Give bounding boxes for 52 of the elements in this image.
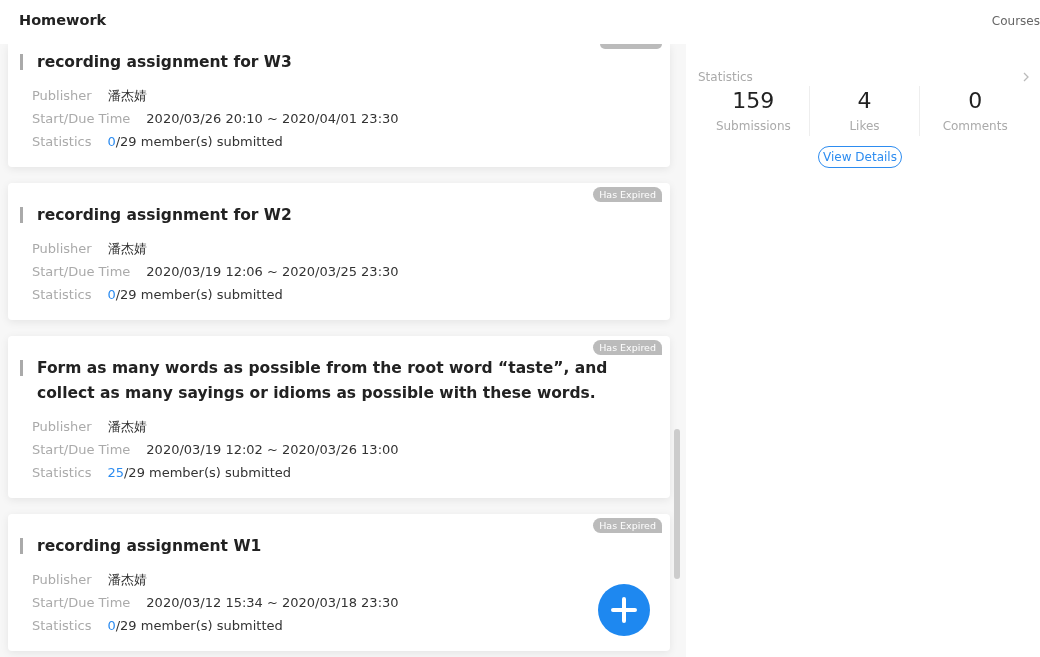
title-marker: [20, 538, 23, 554]
field-label: Publisher: [32, 571, 92, 589]
submission-stats: 25/29 member(s) submitted: [107, 464, 291, 482]
plus-icon: [611, 597, 637, 623]
metric-label: Comments: [942, 118, 1008, 135]
metric-label: Likes: [849, 118, 880, 135]
publisher-name: 潘杰婧: [107, 418, 147, 436]
field-label: Statistics: [32, 133, 92, 151]
field-label: Statistics: [32, 617, 92, 635]
time-range: 2020/03/26 20:10 ~ 2020/04/01 23:30: [146, 110, 399, 128]
field-label: Publisher: [32, 87, 92, 105]
publisher-name: 潘杰婧: [107, 87, 147, 105]
title-marker: [20, 360, 23, 376]
chevron-right-icon[interactable]: [1023, 72, 1030, 82]
field-label: Publisher: [32, 418, 92, 436]
assignment-card[interactable]: [8, 336, 670, 498]
time-range: 2020/03/19 12:06 ~ 2020/03/25 23:30: [146, 263, 399, 281]
assignment-title[interactable]: recording assignment W1: [37, 534, 262, 559]
view-details-button[interactable]: View Details: [818, 146, 902, 168]
courses-link[interactable]: Courses: [991, 14, 1040, 28]
metric-value: 4: [857, 87, 872, 115]
assignment-title[interactable]: recording assignment for W2: [37, 203, 292, 228]
panel-title: Statistics: [698, 70, 753, 84]
time-range: 2020/03/19 12:02 ~ 2020/03/26 13:00: [146, 441, 399, 459]
submission-stats: 0/29 member(s) submitted: [107, 286, 283, 304]
expired-badge: Has Expired: [593, 187, 662, 202]
expired-badge: Has Expired: [593, 518, 662, 533]
assignment-title[interactable]: recording assignment for W3: [37, 50, 292, 75]
publisher-name: 潘杰婧: [107, 571, 147, 589]
field-label: Statistics: [32, 286, 92, 304]
field-label: Publisher: [32, 240, 92, 258]
field-label: Start/Due Time: [32, 594, 131, 612]
scrollbar[interactable]: [674, 429, 680, 579]
field-label: Statistics: [32, 464, 92, 482]
field-label: Start/Due Time: [32, 263, 131, 281]
field-label: Start/Due Time: [32, 441, 131, 459]
title-marker: [20, 207, 23, 223]
assignment-title[interactable]: Form as many words as possible from the root word “taste”, and collect as many sayings or idioms as possible with these words.: [37, 356, 650, 406]
submission-stats: 0/29 member(s) submitted: [107, 133, 283, 151]
metric-value: 0: [968, 87, 983, 115]
submission-stats: 0/29 member(s) submitted: [107, 617, 283, 635]
expired-badge: Has Expired: [593, 340, 662, 355]
time-range: 2020/03/12 15:34 ~ 2020/03/18 23:30: [146, 594, 399, 612]
metric-value: 159: [732, 87, 775, 115]
metric-label: Submissions: [715, 118, 791, 135]
assignment-card[interactable]: Has Expired recording assignment for W2 Publisher 潘杰婧 Start/Due Time 2020/03/19 12:06 ~ 2020/03/25 23:30 Statistics 0/29 member(s) submitted: [8, 183, 670, 320]
page-title: Homework: [19, 12, 107, 28]
publisher-name: 潘杰婧: [107, 240, 147, 258]
field-label: Start/Due Time: [32, 110, 131, 128]
title-marker: [20, 54, 23, 70]
assignment-card[interactable]: recording assignment for W3 Publisher 潘杰婧 Start/Due Time 2020/03/26 20:10 ~ 2020/04/01 23:30 Statistics 0/29 member(s) submitted: [8, 44, 670, 167]
assignment-card[interactable]: Has Expired recording assignment W1 Publisher 潘杰婧 Start/Due Time 2020/03/12 15:34 ~ 2020/03/18 23:30 Statistics 0/29 member(s) submitted: [8, 514, 670, 651]
